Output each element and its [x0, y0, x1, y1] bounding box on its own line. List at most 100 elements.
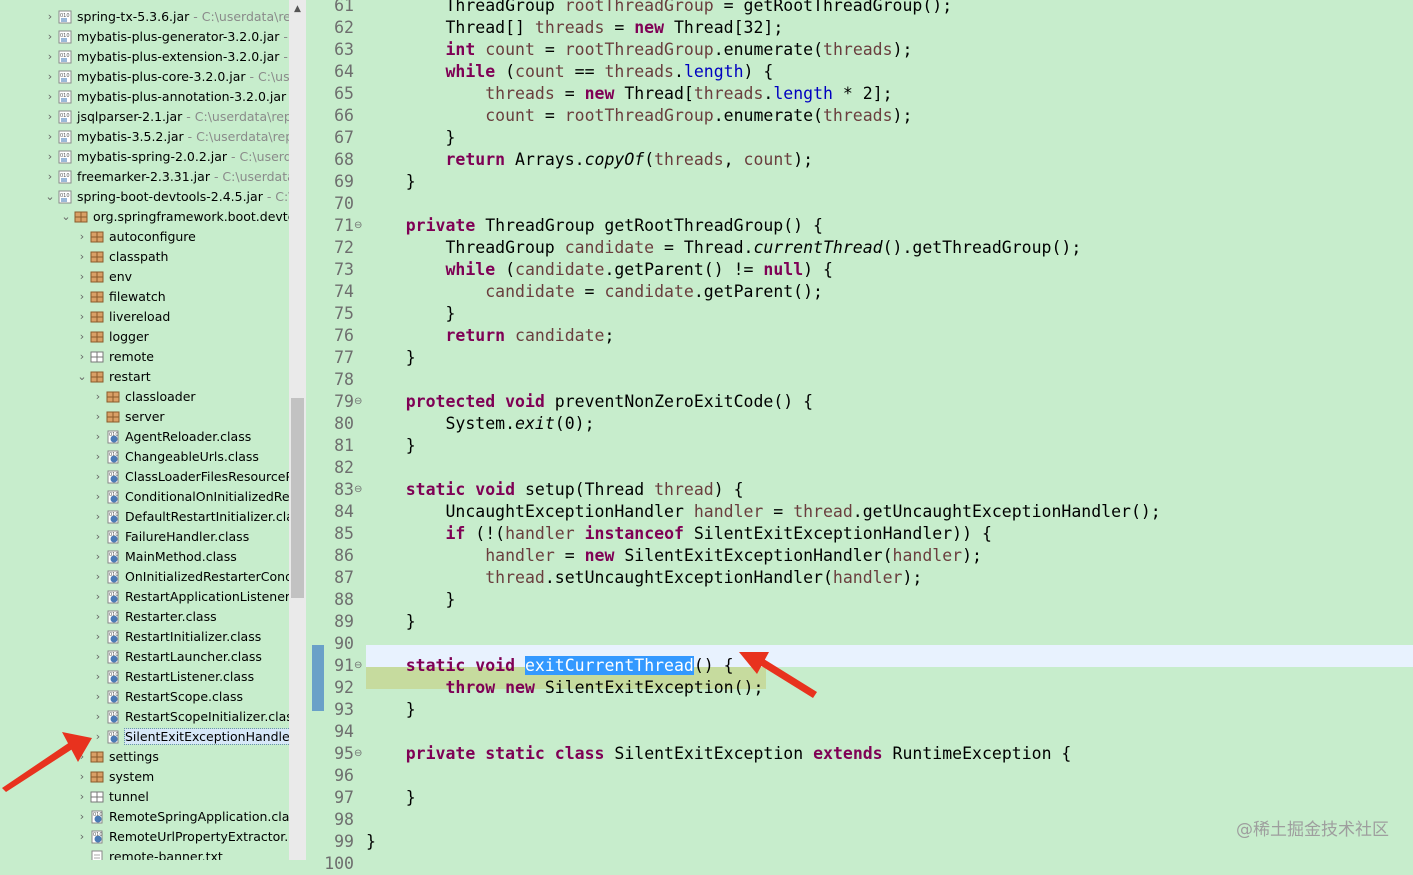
chevron-right-icon[interactable]: › — [44, 107, 56, 127]
chevron-right-icon[interactable]: › — [92, 387, 104, 407]
tree-item-name: restart — [109, 369, 151, 384]
fold-toggle-icon[interactable]: ⊖ — [354, 215, 362, 237]
chevron-right-icon[interactable]: › — [44, 67, 56, 87]
chevron-right-icon[interactable]: › — [44, 147, 56, 167]
code-token: length — [773, 84, 833, 103]
chevron-right-icon[interactable]: › — [92, 407, 104, 427]
code-editor[interactable]: ThreadGroup rootThreadGroup = getRootThr… — [366, 0, 1413, 860]
chevron-right-icon[interactable]: › — [76, 327, 88, 347]
svg-text:010: 010 — [109, 512, 119, 518]
explorer-scrollbar[interactable]: ▲ — [289, 0, 306, 860]
code-token: .getParent(); — [693, 282, 823, 301]
class-file-icon: 010 — [106, 710, 120, 724]
chevron-right-icon[interactable]: › — [92, 627, 104, 647]
fold-toggle-icon[interactable]: ⊖ — [354, 479, 362, 501]
chevron-right-icon[interactable]: › — [76, 267, 88, 287]
chevron-down-icon[interactable]: ⌄ — [60, 207, 72, 227]
chevron-right-icon[interactable]: › — [92, 447, 104, 467]
chevron-right-icon[interactable]: › — [76, 767, 88, 787]
editor-gutter — [306, 0, 324, 860]
chevron-right-icon[interactable]: › — [44, 27, 56, 47]
svg-text:010: 010 — [60, 153, 70, 159]
code-line: } — [366, 347, 416, 369]
chevron-right-icon[interactable]: › — [92, 647, 104, 667]
occurrence-marker — [312, 645, 324, 711]
tree-item-path: - C:\userdata\r — [213, 169, 289, 184]
chevron-right-icon[interactable]: › — [92, 467, 104, 487]
code-token: ( — [644, 150, 655, 169]
chevron-right-icon[interactable]: › — [76, 227, 88, 247]
tree-item-path: - C:\userdata\repo — [193, 9, 289, 24]
chevron-right-icon[interactable]: › — [76, 347, 88, 367]
chevron-right-icon[interactable]: › — [76, 787, 88, 807]
fold-toggle-icon[interactable]: ⊖ — [354, 655, 362, 677]
code-token: .getUncaughtExceptionHandler(); — [852, 502, 1161, 521]
fold-toggle-icon[interactable]: ⊖ — [354, 391, 362, 413]
code-token: throw — [445, 678, 496, 697]
code-token: rootThreadGroup — [564, 106, 714, 125]
code-line: } — [366, 127, 455, 149]
tree-item-name: mybatis-plus-core-3.2.0.jar — [77, 69, 246, 84]
chevron-right-icon[interactable]: › — [44, 47, 56, 67]
tree-item-name: mybatis-spring-2.0.2.jar — [77, 149, 228, 164]
chevron-right-icon[interactable]: › — [44, 167, 56, 187]
chevron-right-icon[interactable]: › — [92, 587, 104, 607]
chevron-right-icon[interactable]: › — [92, 607, 104, 627]
chevron-right-icon[interactable]: › — [76, 747, 88, 767]
code-token: Thread[32]; — [664, 18, 784, 37]
fold-toggle-icon[interactable]: ⊖ — [354, 743, 362, 765]
tree-item-name: mybatis-plus-extension-3.2.0.jar — [77, 49, 280, 64]
line-number: 96 — [334, 766, 354, 785]
tree-item-label: RestartScope.class — [125, 687, 243, 707]
code-line: ThreadGroup candidate = Thread.currentTh… — [366, 237, 1081, 259]
chevron-right-icon[interactable]: › — [92, 567, 104, 587]
line-number: 66 — [334, 106, 354, 125]
chevron-right-icon[interactable]: › — [92, 667, 104, 687]
chevron-right-icon[interactable]: › — [92, 727, 104, 747]
scrollbar-thumb[interactable] — [291, 398, 304, 598]
code-line: protected void preventNonZeroExitCode() … — [366, 391, 813, 413]
chevron-right-icon[interactable]: › — [92, 707, 104, 727]
chevron-right-icon[interactable]: › — [44, 87, 56, 107]
tree-item-label: ConditionalOnInitializedRest — [125, 487, 289, 507]
chevron-right-icon[interactable]: › — [92, 547, 104, 567]
scroll-up-arrow-icon[interactable]: ▲ — [289, 0, 306, 16]
chevron-right-icon[interactable]: › — [44, 7, 56, 27]
chevron-right-icon[interactable]: › — [92, 527, 104, 547]
chevron-right-icon[interactable]: › — [76, 307, 88, 327]
chevron-right-icon[interactable]: › — [92, 427, 104, 447]
line-number: 61 — [334, 0, 354, 15]
code-token: setup(Thread — [515, 480, 655, 499]
code-token: handler — [505, 524, 575, 543]
code-token: (!( — [465, 524, 506, 543]
line-number: 63 — [334, 40, 354, 59]
chevron-right-icon[interactable]: › — [76, 827, 88, 847]
chevron-right-icon[interactable]: › — [44, 127, 56, 147]
code-token: ( — [495, 260, 516, 279]
code-token: .enumerate( — [713, 106, 823, 125]
chevron-right-icon[interactable]: › — [76, 807, 88, 827]
package-empty-icon — [90, 790, 104, 804]
chevron-right-icon[interactable]: › — [76, 247, 88, 267]
tree-item-name: ClassLoaderFilesResourcePa — [125, 469, 289, 484]
line-number: 64 — [334, 62, 354, 81]
code-token: thread — [654, 480, 714, 499]
chevron-down-icon[interactable]: ⌄ — [44, 187, 56, 207]
chevron-right-icon[interactable]: › — [76, 287, 88, 307]
chevron-right-icon[interactable]: › — [92, 487, 104, 507]
code-token: ) { — [743, 62, 774, 81]
svg-text:010: 010 — [109, 612, 119, 618]
chevron-down-icon[interactable]: ⌄ — [76, 367, 88, 387]
chevron-right-icon[interactable]: › — [92, 507, 104, 527]
chevron-right-icon[interactable]: › — [92, 687, 104, 707]
tree-item-label: server — [125, 407, 165, 427]
line-number: 79 — [334, 392, 354, 411]
tree-item-label: jsqlparser-2.1.jar - C:\userdata\repo — [77, 107, 289, 127]
jar-icon: 010 — [58, 70, 72, 84]
code-token: SilentExitException(); — [534, 678, 764, 697]
code-line: if (!(handler instanceof SilentExitExcep… — [366, 523, 991, 545]
code-token: = — [554, 84, 585, 103]
